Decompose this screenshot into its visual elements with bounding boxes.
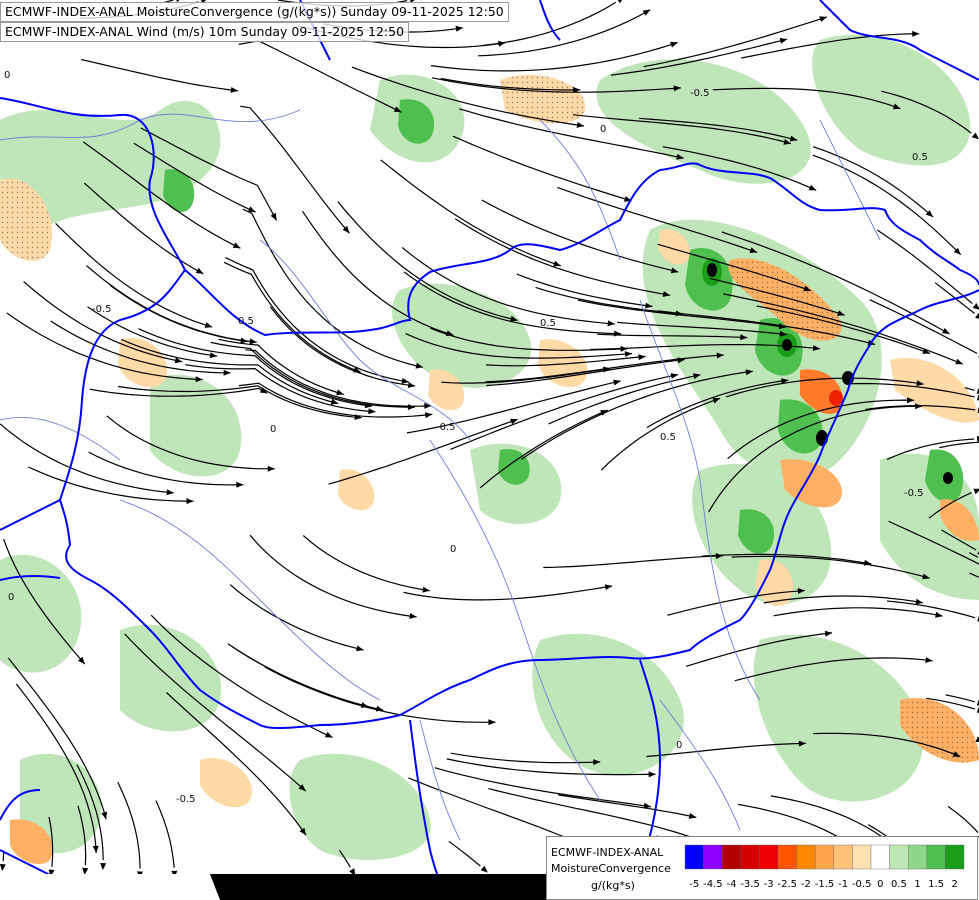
legend-tick-label: 0: [877, 879, 883, 890]
contour-label: 0.5: [660, 432, 676, 443]
legend-swatch: [908, 844, 928, 870]
legend-swatch: [740, 844, 760, 870]
contour-label: 0.5: [912, 152, 928, 163]
contour-label: -0.5: [176, 794, 196, 805]
legend-swatch: [926, 844, 946, 870]
contour-label: 0: [600, 124, 606, 135]
weather-map: 0 -0.5 0.5 0 -0.5 0.5 0 -0.5 0.5 0 -0.5 …: [0, 0, 979, 900]
legend-tick-label: -3.5: [740, 879, 760, 890]
legend-swatch: [703, 844, 723, 870]
legend-swatch: [759, 844, 779, 870]
legend-tick-label: 2: [952, 879, 958, 890]
contour-label: 0.5: [238, 316, 254, 327]
contour-label: -0.5: [690, 88, 710, 99]
legend-swatch: [796, 844, 816, 870]
contour-label: -0.5: [92, 304, 112, 315]
legend-tick-label: -0.5: [852, 879, 872, 890]
contour-label: 0: [4, 70, 10, 81]
legend-tick-label: -2: [801, 879, 811, 890]
legend-tick-label: -1: [838, 879, 848, 890]
legend-tick-label: -2.5: [778, 879, 798, 890]
legend-tick-label: 0.5: [891, 879, 907, 890]
legend-tick-label: -4.5: [703, 879, 723, 890]
contour-label: 0: [8, 592, 14, 603]
legend-tick-label: 1: [914, 879, 920, 890]
legend-swatch: [721, 844, 741, 870]
legend-swatch: [777, 844, 797, 870]
contour-label: 0: [676, 740, 682, 751]
legend-swatch: [684, 844, 704, 870]
legend-swatch: [870, 844, 890, 870]
legend-swatch: [945, 844, 965, 870]
legend-swatch: [889, 844, 909, 870]
legend-colorbar: -5 -4.5 -4 -3.5 -3 -2.5 -2 -1.5 -1 -0.5 0 0.5 1 1.5 2: [684, 844, 965, 890]
legend-swatch: [852, 844, 872, 870]
map-title-moisture: ECMWF-INDEX-ANAL MoistureConvergence (g/…: [0, 2, 509, 22]
legend-swatch: [833, 844, 853, 870]
legend-tick-label: -1.5: [815, 879, 835, 890]
legend-tick-label: -5: [689, 879, 699, 890]
legend-tick-label: -3: [764, 879, 774, 890]
contour-label: 0.5: [540, 318, 556, 329]
contour-label: 0: [450, 544, 456, 555]
contour-label: -0.5: [436, 422, 456, 433]
map-canvas: 0 -0.5 0.5 0 -0.5 0.5 0 -0.5 0.5 0 -0.5 …: [0, 0, 979, 900]
legend-tick-label: -4: [727, 879, 737, 890]
contour-label: -0.5: [904, 488, 924, 499]
map-title-wind: ECMWF-INDEX-ANAL Wind (m/s) 10m Sunday 0…: [0, 22, 410, 42]
color-legend: ECMWF-INDEX-ANAL MoistureConvergence g/(…: [546, 836, 978, 900]
legend-tick-label: 1.5: [928, 879, 944, 890]
legend-swatch: [815, 844, 835, 870]
contour-label: 0: [270, 424, 276, 435]
